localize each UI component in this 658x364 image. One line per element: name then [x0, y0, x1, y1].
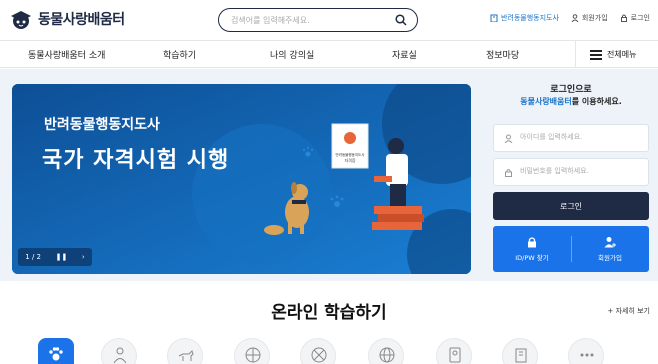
search-input[interactable] — [231, 13, 391, 27]
link-behavior-instructor[interactable]: 반려동물행동지도사 — [490, 13, 559, 23]
certificate-illustration: 반려동물행동지도사 자격증 — [331, 123, 369, 169]
nav-item-my-classroom[interactable]: 나의 강의실 — [270, 48, 314, 61]
next-arrow-icon[interactable]: › — [82, 253, 85, 261]
header: 동물사랑배움터 반려동물행동지도사 회원가입 로그인 — [0, 0, 658, 40]
category-paw[interactable] — [38, 338, 74, 364]
login-title: 로그인으로 — [550, 85, 592, 95]
category-building[interactable] — [502, 338, 538, 364]
category-badge[interactable] — [436, 338, 472, 364]
user-add-icon — [604, 237, 616, 248]
globe-icon — [379, 347, 395, 363]
banner-title-secondary: 국가 자격시험 시행 — [42, 148, 230, 173]
banner-title-primary: 반려동물행동지도사 — [44, 117, 160, 133]
hero-banner[interactable]: 반려동물행동지도사 자격증 반려동물행동지도사 국가 자격시험 시행 1 / 2… — [12, 84, 471, 274]
wheel-icon — [311, 347, 327, 363]
more-link[interactable]: + 자세히 보기 — [607, 306, 650, 316]
site-logo[interactable]: 동물사랑배움터 — [10, 8, 125, 30]
paw-icon — [49, 347, 63, 361]
join-label: 회원가입 — [598, 254, 622, 262]
more-icon — [580, 353, 594, 357]
password-field-wrap — [493, 158, 649, 186]
dog-icon — [178, 350, 194, 361]
wheel-icon — [245, 347, 261, 363]
badge-icon — [449, 347, 461, 363]
all-menu-label: 전체메뉴 — [607, 50, 637, 59]
banner-illustration: 반려동물행동지도사 자격증 — [12, 84, 471, 274]
lock-icon — [620, 14, 627, 22]
link-label: 회원가입 — [581, 14, 608, 22]
building-icon — [490, 14, 498, 22]
svg-text:자격증: 자격증 — [344, 157, 355, 163]
books-illustration — [372, 206, 424, 230]
hamburger-icon — [590, 50, 602, 60]
user-icon — [571, 14, 579, 22]
login-brand: 동물사랑배움터 — [520, 97, 572, 106]
category-wheel[interactable] — [234, 338, 270, 364]
category-row — [0, 334, 658, 364]
login-tiles: ID/PW 찾기 회원가입 — [493, 226, 649, 272]
id-input[interactable] — [520, 133, 640, 141]
lock-icon — [505, 169, 512, 177]
login-panel: 로그인으로 동물사랑배움터를 이용하세요. 로그인 ID/PW 찾기 회원가입 — [493, 84, 649, 274]
svg-text:반려동물행동지도사: 반려동물행동지도사 — [336, 152, 366, 157]
lock-icon — [528, 237, 536, 248]
pause-icon[interactable]: ❚❚ — [56, 253, 68, 261]
search-box — [218, 8, 418, 32]
login-subtitle-rest: 를 이용하세요. — [571, 97, 622, 106]
nav-item-learning[interactable]: 학습하기 — [163, 48, 196, 61]
user-icon — [504, 134, 513, 143]
nav-item-about[interactable]: 동물사랑배움터 소개 — [28, 48, 105, 61]
graduation-cap-icon — [11, 11, 31, 29]
category-wheel-2[interactable] — [300, 338, 336, 364]
logo-text: 동물사랑배움터 — [38, 12, 125, 28]
banner-pager: 1 / 2 ❚❚ › — [18, 248, 92, 266]
nav-item-library[interactable]: 자료실 — [392, 48, 417, 61]
building-icon — [515, 348, 527, 363]
link-signup[interactable]: 회원가입 — [571, 13, 608, 23]
link-label: 반려동물행동지도사 — [500, 14, 559, 22]
main-nav: 동물사랑배움터 소개 학습하기 나의 강의실 자료실 정보마당 전체메뉴 — [0, 40, 658, 68]
login-subtitle: 동물사랑배움터를 이용하세요. — [493, 96, 649, 108]
password-input[interactable] — [520, 167, 640, 175]
id-field-wrap — [493, 124, 649, 152]
link-login[interactable]: 로그인 — [620, 13, 650, 23]
more-label: 자세히 보기 — [615, 307, 650, 315]
category-person[interactable] — [101, 338, 137, 364]
login-button[interactable]: 로그인 — [493, 192, 649, 220]
pager-count: 1 / 2 — [25, 253, 41, 261]
category-dog[interactable] — [167, 338, 203, 364]
category-more[interactable] — [568, 338, 604, 364]
person-icon — [113, 347, 127, 364]
category-globe[interactable] — [368, 338, 404, 364]
section-title: 온라인 학습하기 — [271, 303, 387, 323]
join-button[interactable]: 회원가입 — [571, 226, 649, 272]
link-label: 로그인 — [630, 14, 650, 22]
find-id-pw-button[interactable]: ID/PW 찾기 — [493, 226, 571, 272]
top-links: 반려동물행동지도사 회원가입 로그인 — [478, 13, 650, 23]
all-menu-button[interactable]: 전체메뉴 — [575, 41, 658, 68]
nav-item-info[interactable]: 정보마당 — [486, 48, 519, 61]
search-icon[interactable] — [395, 14, 407, 26]
find-label: ID/PW 찾기 — [515, 254, 549, 262]
